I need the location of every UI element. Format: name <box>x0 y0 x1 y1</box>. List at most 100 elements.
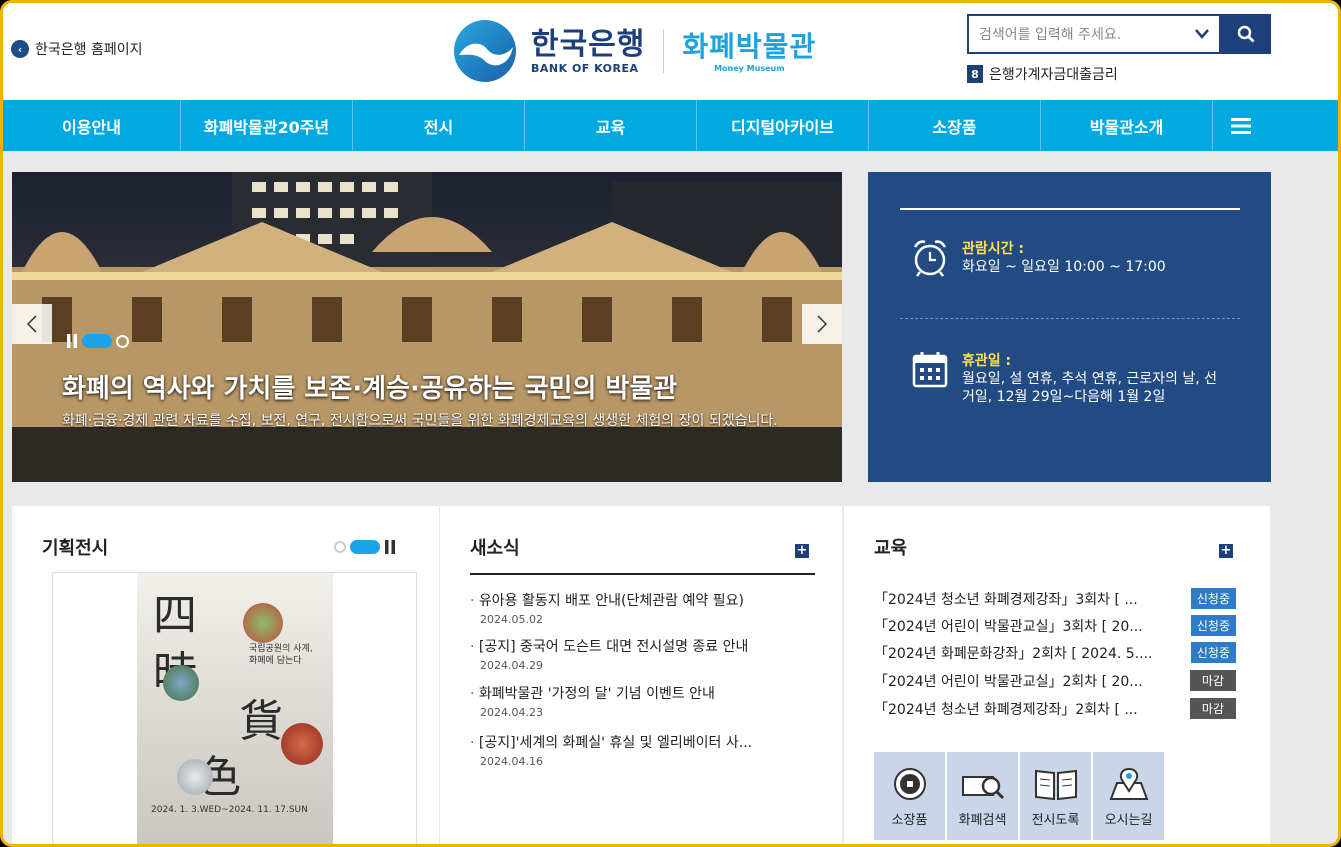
news-item-date: 2024.04.29 <box>480 659 543 672</box>
news-panel: 새소식 + · 유아용 활동지 배포 안내(단체관람 예약 필요) 2024.0… <box>440 506 842 844</box>
banknote-search-icon <box>961 776 1004 800</box>
poster-coin-4 <box>177 759 213 795</box>
chevron-down-icon[interactable] <box>1195 29 1209 39</box>
logo-divider <box>663 29 665 73</box>
homepage-link-label: 한국은행 홈페이지 <box>35 42 143 58</box>
education-item[interactable]: 「2024년 청소년 화폐경제강좌」3회차 [ ... 신청중 <box>874 588 1236 609</box>
museum-korean: 화폐박물관 <box>682 29 817 63</box>
news-item-date: 2024.04.23 <box>480 706 543 719</box>
status-badge: 신청중 <box>1190 615 1236 636</box>
opening-hours: 관람시간 : 화요일 ~ 일요일 10:00 ~ 17:00 <box>912 238 1166 278</box>
browser-frame: ‹ 한국은행 홈페이지 한국은행 BANK OF KOREA 화폐박물관 Mon… <box>0 0 1341 847</box>
open-book-icon <box>1034 769 1077 801</box>
calendar-icon <box>912 352 948 388</box>
news-item-date: 2024.05.02 <box>480 613 543 626</box>
rate-ticker-text: 은행가계자금대출금리 <box>989 67 1118 83</box>
opening-hours-text: 화요일 ~ 일요일 10:00 ~ 17:00 <box>962 259 1166 275</box>
museum-building-image <box>12 172 842 482</box>
exhibition-pagination <box>334 540 396 554</box>
hero-dot-active[interactable] <box>82 334 112 348</box>
quick-link-collection[interactable]: 소장품 <box>874 752 945 840</box>
search-button[interactable] <box>1221 14 1271 54</box>
exhibition-dot-active[interactable] <box>350 540 380 554</box>
closed-days: 휴관일 : 월요일, 설 연휴, 추석 연휴, 근로자의 날, 선거일, 12월… <box>912 350 1220 406</box>
education-item[interactable]: 「2024년 어린이 박물관교실」3회차 [ 20... 신청중 <box>874 615 1236 636</box>
pause-icon[interactable] <box>384 540 396 554</box>
alarm-clock-icon <box>913 240 947 277</box>
quick-link-label: 소장품 <box>891 813 928 828</box>
hero-pagination <box>66 334 129 348</box>
nav-item-digital-archive[interactable]: 디지털아카이브 <box>697 100 869 151</box>
hamburger-menu-icon <box>1231 117 1251 134</box>
hero-prev-button[interactable] <box>12 304 52 344</box>
education-item[interactable]: 「2024년 어린이 박물관교실」2회차 [ 20... 마감 <box>874 670 1236 691</box>
poster-subtitle: 국립공원의 사계, 화폐에 담는다 <box>249 644 313 666</box>
chevron-left-icon: ‹ <box>11 40 29 58</box>
search-bar: 검색어를 입력해 주세요. <box>967 14 1271 54</box>
rate-ticker[interactable]: 8 은행가계자금대출금리 <box>967 64 1118 84</box>
news-title: 새소식 <box>470 538 520 559</box>
logo-korean: 한국은행 <box>531 26 646 62</box>
chevron-left-icon <box>26 315 37 333</box>
nav-item-collection[interactable]: 소장품 <box>869 100 1041 151</box>
education-item-text: 「2024년 청소년 화폐경제강좌」3회차 [ ... <box>874 591 1138 608</box>
news-item-text: 화폐박물관 '가정의 달' 기념 이벤트 안내 <box>478 686 715 702</box>
status-badge: 마감 <box>1189 670 1236 691</box>
quick-links: 소장품 화폐검색 전시도록 오시는길 <box>874 752 1164 840</box>
education-item-text: 「2024년 청소년 화폐경제강좌」2회차 [ ... <box>874 701 1138 718</box>
education-more-button[interactable]: + <box>1219 544 1233 558</box>
nav-item-about[interactable]: 박물관소개 <box>1041 100 1213 151</box>
nav-item-education[interactable]: 교육 <box>525 100 697 151</box>
news-item[interactable]: · 유아용 활동지 배포 안내(단체관람 예약 필요) 2024.05.02 <box>470 590 744 626</box>
visit-info-panel: 관람시간 : 화요일 ~ 일요일 10:00 ~ 17:00 휴관일 : 월요일… <box>868 172 1271 482</box>
hero-dot[interactable] <box>116 334 129 348</box>
education-item[interactable]: 「2024년 화폐문화강좌」2회차 [ 2024. 5.... 신청중 <box>874 642 1236 663</box>
nav-menu-button[interactable] <box>1213 100 1269 151</box>
poster-char-3: 貨 <box>239 696 283 747</box>
rate-rank-badge: 8 <box>967 65 983 83</box>
site-header: ‹ 한국은행 홈페이지 한국은행 BANK OF KOREA 화폐박물관 Mon… <box>3 3 1338 100</box>
quick-link-banknote-search[interactable]: 화폐검색 <box>947 752 1018 840</box>
closed-days-text: 월요일, 설 연휴, 추석 연휴, 근로자의 날, 선거일, 12월 29일~다… <box>962 371 1218 405</box>
nav-item-guide[interactable]: 이용안내 <box>3 100 181 151</box>
search-icon <box>1237 25 1255 43</box>
museum-english: Money Museum <box>714 63 785 73</box>
news-item[interactable]: · 화폐박물관 '가정의 달' 기념 이벤트 안내 2024.04.23 <box>470 683 715 719</box>
poster-coin-2 <box>163 665 199 701</box>
hero-description: 화폐·금융·경제 관련 자료를 수집, 보전, 연구, 전시함으로써 국민들을 … <box>62 413 778 429</box>
nav-item-exhibition[interactable]: 전시 <box>353 100 525 151</box>
news-item-text: 유아용 활동지 배포 안내(단체관람 예약 필요) <box>478 593 744 609</box>
news-more-button[interactable]: + <box>795 544 809 558</box>
status-badge: 마감 <box>1189 698 1236 719</box>
quick-link-catalog[interactable]: 전시도록 <box>1020 752 1091 840</box>
education-item[interactable]: 「2024년 청소년 화폐경제강좌」2회차 [ ... 마감 <box>874 698 1236 719</box>
quick-link-directions[interactable]: 오시는길 <box>1093 752 1164 840</box>
homepage-link[interactable]: ‹ 한국은행 홈페이지 <box>11 39 143 59</box>
exhibition-poster[interactable]: 四 時 貨 色 국립공원의 사계, 화폐에 담는다 2024. 1. 3.WED… <box>52 572 417 844</box>
news-item[interactable]: · [공지] 중국어 도슨트 대면 전시설명 종료 안내 2024.04.29 <box>470 636 748 672</box>
news-item[interactable]: · [공지]'세계의 화폐실' 휴실 및 엘리베이터 사... 2024.04.… <box>470 732 752 768</box>
main-nav: 이용안내 화폐박물관20주년 전시 교육 디지털아카이브 소장품 박물관소개 <box>3 100 1338 151</box>
poster-coin-3 <box>281 723 323 765</box>
quick-link-label: 전시도록 <box>1031 813 1080 828</box>
coin-icon <box>893 768 926 800</box>
site-logo[interactable]: 한국은행 BANK OF KOREA 화폐박물관 Money Museum <box>453 19 816 83</box>
nav-item-20th-anniversary[interactable]: 화폐박물관20주년 <box>181 100 353 151</box>
education-item-text: 「2024년 화폐문화강좌」2회차 [ 2024. 5.... <box>874 645 1153 662</box>
hero-slider: 화폐의 역사와 가치를 보존·계승·공유하는 국민의 박물관 화폐·금융·경제 … <box>12 172 842 482</box>
poster-coin-1 <box>243 603 283 643</box>
poster-char-1: 四 <box>153 590 197 641</box>
pause-icon[interactable] <box>66 334 78 348</box>
chevron-right-icon <box>817 315 828 333</box>
news-divider <box>470 573 815 575</box>
news-item-text: [공지]'세계의 화폐실' 휴실 및 엘리베이터 사... <box>478 735 753 751</box>
status-badge: 신청중 <box>1190 588 1236 609</box>
search-input[interactable]: 검색어를 입력해 주세요. <box>967 14 1221 54</box>
hero-next-button[interactable] <box>802 304 842 344</box>
education-panel: 교육 + 「2024년 청소년 화폐경제강좌」3회차 [ ... 신청중 「20… <box>844 506 1270 844</box>
opening-hours-label: 관람시간 : <box>962 241 1024 257</box>
exhibition-dot[interactable] <box>334 541 346 553</box>
exhibition-title: 기획전시 <box>42 538 109 559</box>
quick-link-label: 화폐검색 <box>958 813 1007 828</box>
info-dashed-divider <box>900 318 1240 319</box>
